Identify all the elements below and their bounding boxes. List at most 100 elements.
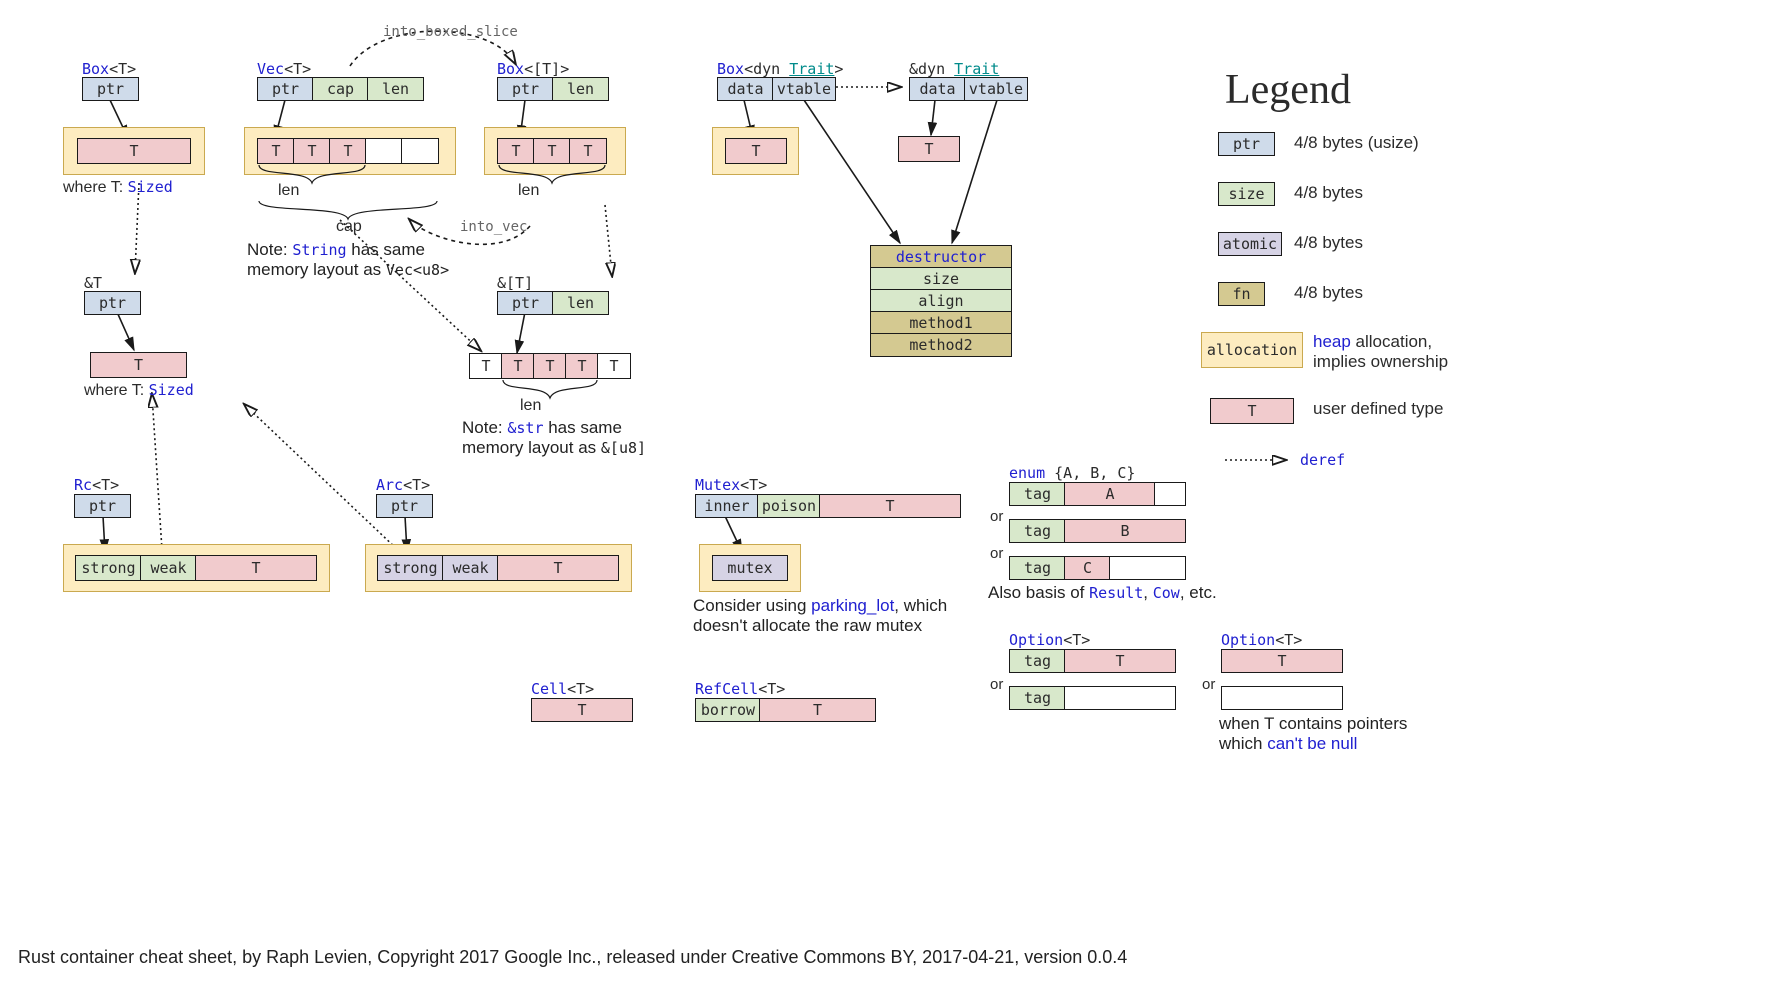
optR-title: Option<T> [1221, 631, 1302, 649]
slice-brace [501, 378, 599, 404]
mutex-mutex: mutex [712, 555, 788, 581]
enum-tag0: tag [1009, 482, 1066, 506]
enum-A: A [1064, 482, 1156, 506]
arc-T: T [497, 555, 619, 581]
refdyn-data: data [909, 77, 966, 101]
parking-lot-link[interactable]: parking_lot [811, 596, 894, 615]
box-t-where: where T: Sized [63, 178, 173, 197]
rc-title: Rc<T> [74, 476, 119, 494]
ref-t-ptr: ptr [84, 291, 141, 315]
lg-fn: fn [1218, 282, 1265, 306]
bslice-len-label: len [518, 182, 539, 200]
box-t-ptr: ptr [82, 77, 139, 101]
cell-title: Cell<T> [531, 680, 594, 698]
null-opt-link[interactable]: can't be null [1267, 734, 1357, 753]
slice-T-1: T [469, 353, 503, 379]
slice-len: len [552, 291, 609, 315]
refdyn-title: &dyn Trait [909, 60, 999, 78]
enum-note: Also basis of Result, Cow, etc. [988, 583, 1217, 603]
optL-tag0: tag [1009, 649, 1066, 673]
lg-size: size [1218, 182, 1275, 206]
box-t-title: Box<T> [82, 60, 136, 78]
trait-link[interactable]: Trait [789, 60, 834, 78]
arc-weak: weak [442, 555, 499, 581]
vt-m2: method2 [870, 333, 1012, 357]
slice-ptr: ptr [497, 291, 554, 315]
vec-note: Note: String has samememory layout as Ve… [247, 240, 449, 280]
refdyn-vtable: vtable [964, 77, 1028, 101]
optR-or: or [1202, 676, 1215, 693]
optR-pad [1221, 686, 1343, 710]
arc-strong: strong [377, 555, 444, 581]
rc-ptr: ptr [74, 494, 131, 518]
vec-cap-label: cap [336, 218, 362, 236]
rc-weak: weak [140, 555, 197, 581]
boxslice-len: len [552, 77, 609, 101]
lg-size-desc: 4/8 bytes [1294, 183, 1363, 203]
slice-T0: T [501, 353, 535, 379]
slice-T3: T [597, 353, 631, 379]
vt-destructor: destructor [870, 245, 1012, 269]
lg-T: T [1210, 398, 1294, 424]
optR-T: T [1221, 649, 1343, 673]
into-boxed-label: into_boxed_slice [383, 24, 518, 40]
bslice-T0: T [497, 138, 535, 164]
bslice-T1: T [533, 138, 571, 164]
legend-title: Legend [1225, 66, 1351, 114]
trait-link-2[interactable]: Trait [954, 60, 999, 78]
lg-atomic: atomic [1218, 232, 1282, 256]
footer-text: Rust container cheat sheet, by Raph Levi… [18, 947, 1127, 968]
refdyn-T: T [898, 136, 960, 162]
enum-or1: or [990, 508, 1003, 525]
vec-len-label: len [278, 182, 299, 200]
enum-or2: or [990, 545, 1003, 562]
optL-or: or [990, 676, 1003, 693]
enum-tag1: tag [1009, 519, 1066, 543]
mutex-T: T [819, 494, 961, 518]
boxdyn-data: data [717, 77, 774, 101]
optL-title: Option<T> [1009, 631, 1090, 649]
vec-T1: T [293, 138, 331, 164]
optL-tag1: tag [1009, 686, 1066, 710]
lg-atomic-desc: 4/8 bytes [1294, 233, 1363, 253]
vt-size: size [870, 267, 1012, 291]
enum-pad2 [1109, 556, 1186, 580]
cell-T: T [531, 698, 633, 722]
slice-T1: T [533, 353, 567, 379]
optR-note: when T contains pointerswhich can't be n… [1219, 714, 1407, 754]
lg-ptr-desc: 4/8 bytes (usize) [1294, 133, 1419, 153]
mutex-poison: poison [757, 494, 821, 518]
enum-B: B [1064, 519, 1186, 543]
optL-pad [1064, 686, 1176, 710]
arc-title: Arc<T> [376, 476, 430, 494]
enum-pad0 [1154, 482, 1186, 506]
lg-fn-desc: 4/8 bytes [1294, 283, 1363, 303]
vec-slot4 [401, 138, 439, 164]
box-t-T: T [77, 138, 191, 164]
optL-T: T [1064, 649, 1176, 673]
slice-len-lbl: len [520, 397, 541, 415]
rc-strong: strong [75, 555, 142, 581]
enum-C: C [1064, 556, 1111, 580]
enum-title: enum {A, B, C} [1009, 464, 1135, 482]
mutex-inner: inner [695, 494, 759, 518]
vec-title: Vec<T> [257, 60, 311, 78]
lg-T-desc: user defined type [1313, 399, 1443, 419]
arc-ptr: ptr [376, 494, 433, 518]
boxslice-ptr: ptr [497, 77, 554, 101]
rc-T: T [195, 555, 317, 581]
vec-cap: cap [312, 77, 369, 101]
slice-title: &[T] [497, 274, 533, 292]
ref-t-title: &T [84, 274, 102, 292]
boxdyn-T: T [725, 138, 787, 164]
vec-len: len [367, 77, 424, 101]
vec-T2: T [329, 138, 367, 164]
vec-slot3 [365, 138, 403, 164]
lg-alloc: allocation [1201, 332, 1303, 368]
mutex-note: Consider using parking_lot, whichdoesn't… [693, 596, 947, 636]
slice-note: Note: &str has samememory layout as &[u8… [462, 418, 646, 458]
lg-ptr: ptr [1218, 132, 1275, 156]
refcell-T: T [759, 698, 876, 722]
lg-deref: deref [1300, 451, 1345, 469]
boxdyn-title: Box<dyn Trait> [717, 60, 843, 78]
